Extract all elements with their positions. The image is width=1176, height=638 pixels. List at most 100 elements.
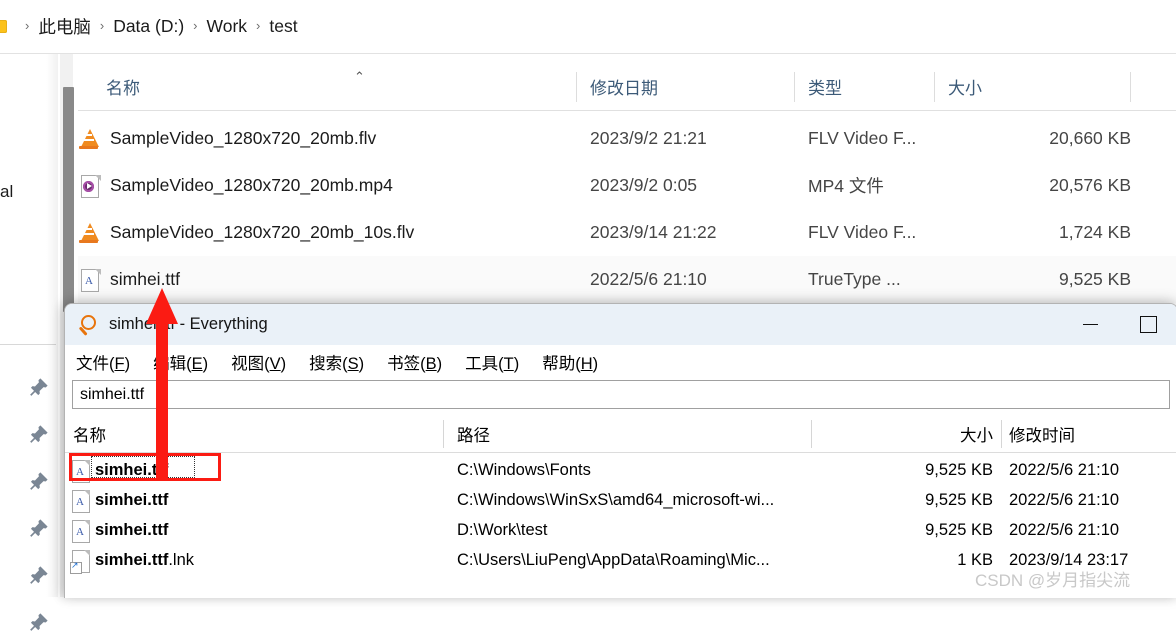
menu-label: 视图( xyxy=(231,354,270,373)
table-row[interactable]: SampleVideo_1280x720_20mb.flv 2023/9/2 2… xyxy=(78,115,1176,162)
menu-label: 书签( xyxy=(387,354,426,373)
menu-accesskey: H xyxy=(580,354,593,373)
column-header-name[interactable]: 名称 xyxy=(106,64,140,109)
file-type: FLV Video F... xyxy=(808,128,917,148)
file-date: 2022/5/6 21:10 xyxy=(590,269,707,289)
result-date: 2022/5/6 21:10 xyxy=(1009,460,1120,479)
folder-icon xyxy=(0,20,7,33)
menu-item-help[interactable]: 帮助(H) xyxy=(542,350,598,374)
breadcrumb-item-test[interactable]: test xyxy=(269,16,297,37)
menu-accesskey: B xyxy=(425,354,437,373)
column-header-date[interactable]: 修改日期 xyxy=(590,64,658,109)
result-path: D:\Work\test xyxy=(457,520,548,539)
csdn-watermark: CSDN @岁月指尖流 xyxy=(975,571,1131,590)
column-divider[interactable] xyxy=(794,72,795,102)
column-divider[interactable] xyxy=(1001,420,1002,448)
breadcrumb-separator-2: › xyxy=(193,18,198,33)
file-name: SampleVideo_1280x720_20mb.mp4 xyxy=(110,175,393,195)
menu-label: 帮助( xyxy=(542,354,581,373)
pin-icon[interactable] xyxy=(28,611,50,633)
result-date: 2022/5/6 21:10 xyxy=(1009,520,1120,539)
result-size: 1 KB xyxy=(957,550,993,569)
window-controls xyxy=(1061,304,1176,345)
menu-paren: ) xyxy=(358,354,365,373)
scrollbar-thumb[interactable] xyxy=(63,87,74,312)
red-up-arrow xyxy=(146,288,178,478)
window-title: simhei.ttf - Everything xyxy=(109,315,268,333)
column-header-type[interactable]: 类型 xyxy=(808,64,842,109)
column-divider[interactable] xyxy=(934,72,935,102)
menu-item-bookmarks[interactable]: 书签(B) xyxy=(387,350,442,374)
column-divider[interactable] xyxy=(1130,72,1131,102)
result-name-text: simhei.ttf xyxy=(95,550,169,569)
column-divider[interactable] xyxy=(443,420,444,448)
menu-item-search[interactable]: 搜索(S) xyxy=(309,350,364,374)
result-path: C:\Windows\Fonts xyxy=(457,460,591,479)
menu-paren: ) xyxy=(513,354,520,373)
menu-paren: ) xyxy=(436,354,443,373)
column-header-date[interactable]: 修改时间 xyxy=(1009,416,1075,452)
result-size: 9,525 KB xyxy=(925,520,993,539)
magnifier-icon xyxy=(77,313,101,337)
menu-label: 文件( xyxy=(76,354,115,373)
menu-item-tools[interactable]: 工具(T) xyxy=(465,350,519,374)
column-divider[interactable] xyxy=(576,72,577,102)
result-row[interactable]: A simhei.ttf C:\Windows\Fonts 9,525 KB 2… xyxy=(65,455,1176,485)
breadcrumb-separator-3: › xyxy=(256,18,261,33)
result-name-ext: .lnk xyxy=(168,550,195,569)
menu-paren: ) xyxy=(202,354,209,373)
result-name: simhei.ttf xyxy=(95,515,168,545)
search-input[interactable]: simhei.ttf xyxy=(72,380,1170,409)
breadcrumb-separator-0: › xyxy=(25,18,30,33)
breadcrumb-item-data-d[interactable]: Data (D:) xyxy=(113,16,184,37)
table-row[interactable]: SampleVideo_1280x720_20mb_10s.flv 2023/9… xyxy=(78,209,1176,256)
result-row[interactable]: A simhei.ttf C:\Windows\WinSxS\amd64_mic… xyxy=(65,485,1176,515)
column-header-name[interactable]: 名称 xyxy=(73,416,106,452)
result-name: simhei.ttf .lnk xyxy=(95,545,194,575)
result-path: C:\Windows\WinSxS\amd64_microsoft-wi... xyxy=(457,490,775,509)
menu-accesskey: S xyxy=(347,354,359,373)
file-type: TrueType ... xyxy=(808,269,901,289)
column-header-path[interactable]: 路径 xyxy=(457,416,490,452)
menu-accesskey: F xyxy=(114,354,125,373)
shortcut-font-icon xyxy=(69,549,91,574)
result-name: simhei.ttf xyxy=(95,485,168,515)
truetype-font-icon: A xyxy=(69,489,91,513)
file-name: SampleVideo_1280x720_20mb_10s.flv xyxy=(110,222,415,242)
file-name: SampleVideo_1280x720_20mb.flv xyxy=(110,128,377,148)
menu-paren: ) xyxy=(124,354,131,373)
file-size: 9,525 KB xyxy=(1059,269,1131,289)
minimize-icon[interactable] xyxy=(1061,304,1119,345)
file-size: 20,660 KB xyxy=(1049,128,1131,148)
table-row[interactable]: SampleVideo_1280x720_20mb.mp4 2023/9/2 0… xyxy=(78,162,1176,209)
result-row[interactable]: A simhei.ttf D:\Work\test 9,525 KB 2022/… xyxy=(65,515,1176,545)
menu-accesskey: E xyxy=(191,354,203,373)
result-size: 9,525 KB xyxy=(925,460,993,479)
divider xyxy=(65,452,1176,453)
everything-window: simhei.ttf - Everything 文件(F) 编辑(E) 视图(V… xyxy=(64,303,1176,598)
file-date: 2023/9/2 21:21 xyxy=(590,128,707,148)
menu-item-file[interactable]: 文件(F) xyxy=(76,350,130,374)
table-row[interactable]: A simhei.ttf 2022/5/6 21:10 TrueType ...… xyxy=(78,256,1176,303)
column-divider[interactable] xyxy=(811,420,812,448)
column-header-size[interactable]: 大小 xyxy=(825,416,993,452)
menu-item-view[interactable]: 视图(V) xyxy=(231,350,286,374)
breadcrumb[interactable]: › 此电脑 › Data (D:) › Work › test xyxy=(0,0,1176,53)
breadcrumb-item-this-pc[interactable]: 此电脑 xyxy=(38,14,91,39)
menu-paren: ) xyxy=(280,354,287,373)
breadcrumb-item-work[interactable]: Work xyxy=(207,16,248,37)
title-bar[interactable]: simhei.ttf - Everything xyxy=(65,304,1176,345)
file-date: 2023/9/2 0:05 xyxy=(590,175,698,195)
maximize-icon[interactable] xyxy=(1119,304,1176,345)
pane-shadow xyxy=(46,54,58,597)
divider xyxy=(78,110,1176,111)
file-size: 20,576 KB xyxy=(1049,175,1131,195)
menu-label: 搜索( xyxy=(309,354,348,373)
sort-ascending-icon: ⌃ xyxy=(354,69,365,84)
column-header-size[interactable]: 大小 xyxy=(948,64,982,109)
menu-bar: 文件(F) 编辑(E) 视图(V) 搜索(S) 书签(B) 工具(T) 帮助(H… xyxy=(65,345,1176,378)
result-name-text: simhei.ttf xyxy=(95,520,169,539)
nav-item-truncated-label[interactable]: al xyxy=(0,182,13,202)
file-type: MP4 文件 xyxy=(808,176,884,196)
file-date: 2023/9/14 21:22 xyxy=(590,222,717,242)
